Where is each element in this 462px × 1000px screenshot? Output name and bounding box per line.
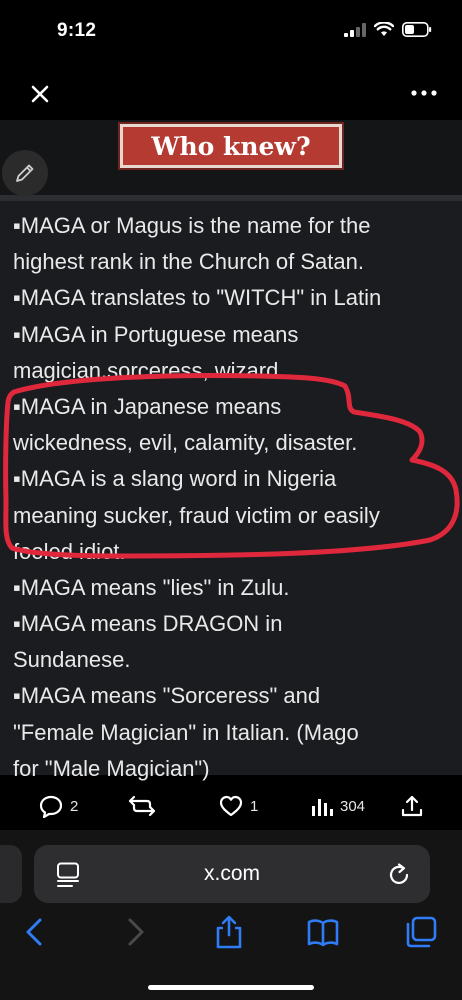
bookmarks-icon[interactable] bbox=[306, 915, 340, 949]
post-action-bar: 2 1 304 bbox=[0, 788, 462, 824]
image-text-block: ▪MAGA or Magus is the name for the highe… bbox=[13, 208, 462, 787]
address-bar[interactable]: x.com bbox=[34, 845, 430, 903]
text-line: fooled idiot. bbox=[13, 538, 126, 564]
close-icon[interactable] bbox=[28, 82, 52, 106]
home-indicator bbox=[148, 985, 314, 990]
image-title-banner: Who knew? bbox=[120, 124, 342, 168]
text-line: "Female Magician" in Italian. (Mago bbox=[13, 719, 359, 745]
like-button[interactable]: 1 bbox=[218, 788, 258, 824]
text-line: wickedness, evil, calamity, disaster. bbox=[13, 430, 358, 456]
share-button[interactable] bbox=[400, 788, 424, 824]
view-count: 304 bbox=[340, 797, 366, 815]
reply-count: 2 bbox=[70, 797, 79, 815]
status-icons bbox=[344, 22, 432, 37]
status-time: 9:12 bbox=[57, 20, 97, 41]
text-line: for "Male Magician") bbox=[13, 755, 210, 781]
share-icon bbox=[401, 795, 423, 817]
reply-icon bbox=[39, 795, 63, 818]
pencil-icon bbox=[16, 164, 34, 182]
text-line: ▪MAGA in Portuguese means bbox=[13, 321, 299, 347]
previous-tab-preview[interactable] bbox=[0, 845, 22, 903]
text-line: ▪MAGA means "Sorceress" and bbox=[13, 683, 321, 709]
views-button[interactable]: 304 bbox=[310, 788, 365, 824]
like-count: 1 bbox=[250, 797, 259, 815]
text-line: ▪MAGA or Magus is the name for the bbox=[13, 213, 371, 238]
repost-icon bbox=[128, 795, 156, 817]
battery-icon bbox=[402, 22, 432, 37]
text-line: ▪MAGA is a slang word in Nigeria bbox=[13, 466, 337, 492]
heart-icon bbox=[219, 795, 243, 817]
image-title: Who knew? bbox=[151, 131, 311, 161]
text-line: Sundanese. bbox=[13, 647, 131, 673]
text-line: ▪MAGA means DRAGON in bbox=[13, 611, 283, 637]
url-text[interactable]: x.com bbox=[34, 845, 430, 903]
text-line: meaning sucker, fraud victim or easily bbox=[13, 502, 380, 528]
wifi-icon bbox=[374, 22, 394, 36]
more-options-icon[interactable] bbox=[410, 86, 438, 100]
text-line: ▪MAGA in Japanese means bbox=[13, 393, 282, 419]
reply-button[interactable]: 2 bbox=[38, 788, 78, 824]
text-line: magician,sorceress, wizard. bbox=[13, 357, 285, 383]
repost-button[interactable] bbox=[128, 788, 156, 824]
signal-icon bbox=[344, 22, 366, 37]
share-sheet-icon[interactable] bbox=[212, 915, 246, 949]
text-line: ▪MAGA translates to "WITCH" in Latin bbox=[13, 285, 382, 311]
compose-button[interactable] bbox=[2, 150, 48, 196]
back-icon[interactable] bbox=[18, 915, 52, 949]
forward-icon[interactable] bbox=[118, 915, 152, 949]
text-line: ▪MAGA means "lies" in Zulu. bbox=[13, 574, 290, 600]
text-line: highest rank in the Church of Satan. bbox=[13, 249, 364, 275]
image-divider bbox=[0, 195, 462, 201]
tabs-icon[interactable] bbox=[404, 915, 438, 949]
reload-icon[interactable] bbox=[386, 862, 412, 888]
analytics-icon bbox=[312, 799, 333, 816]
